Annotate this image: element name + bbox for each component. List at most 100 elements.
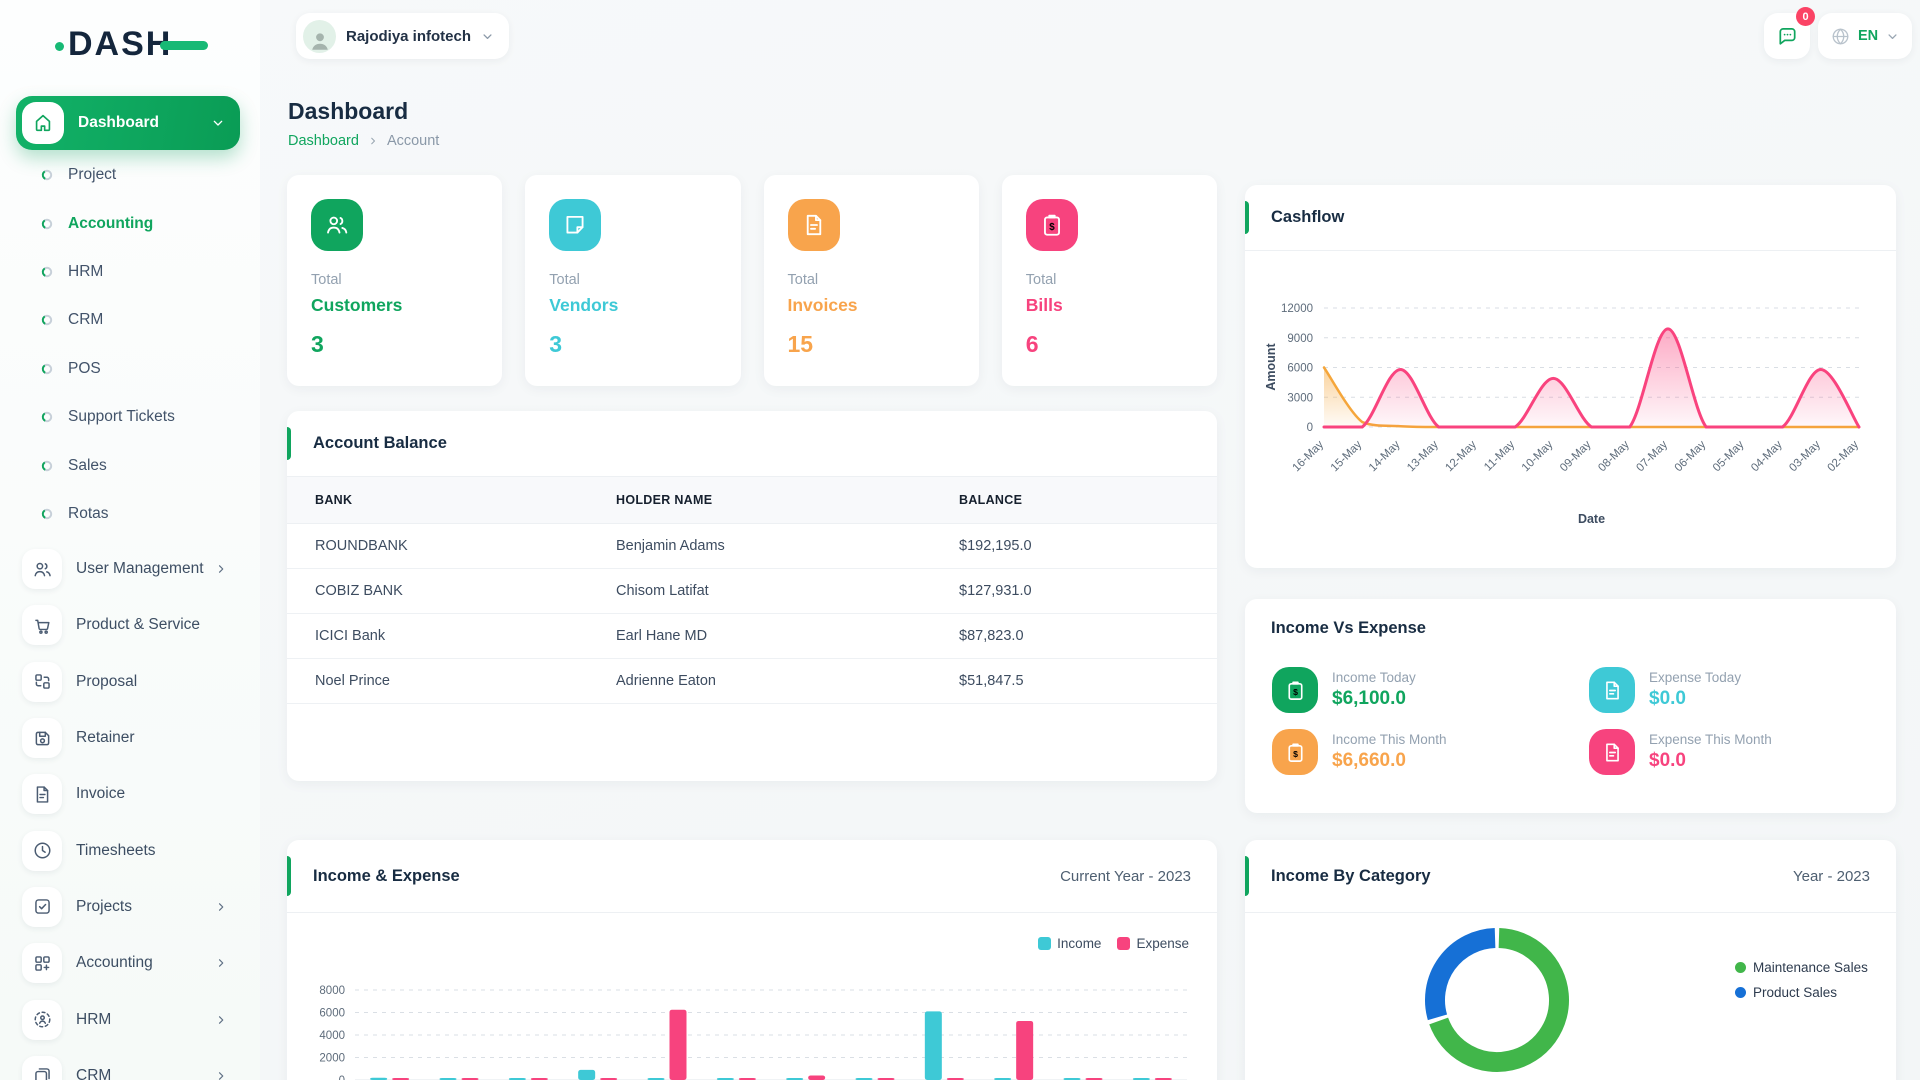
svg-text:6000: 6000 bbox=[1287, 363, 1313, 375]
sidebar-item-hrm[interactable]: HRM bbox=[0, 248, 260, 296]
income-by-category-period: Year - 2023 bbox=[1793, 868, 1870, 885]
clock-icon bbox=[32, 840, 53, 861]
file-icon bbox=[1601, 679, 1624, 702]
income-expense-title: Income & Expense bbox=[313, 867, 460, 886]
sidebar-item-proposal[interactable]: Proposal bbox=[0, 654, 260, 710]
svg-text:03-May: 03-May bbox=[1787, 438, 1823, 474]
table-cell: Chisom Latifat bbox=[588, 568, 931, 613]
stat-card-invoices: TotalInvoices15 bbox=[764, 175, 979, 386]
logo-dot-icon bbox=[55, 42, 64, 51]
sidebar-item-sales[interactable]: Sales bbox=[0, 441, 260, 489]
svg-text:02-May: 02-May bbox=[1826, 438, 1862, 474]
account-balance-card: Account Balance BANKHOLDER NAMEBALANCE R… bbox=[287, 411, 1217, 781]
legend-item: Maintenance Sales bbox=[1735, 960, 1868, 975]
sidebar-main-menu: User ManagementProduct & ServiceProposal… bbox=[0, 541, 260, 1080]
language-selector[interactable]: EN bbox=[1818, 13, 1912, 59]
bullet-ring-icon bbox=[41, 218, 53, 230]
sidebar-sub-menu: ProjectAccountingHRMCRMPOSSupport Ticket… bbox=[0, 151, 260, 538]
sidebar-item-rotas[interactable]: Rotas bbox=[0, 490, 260, 538]
chevron-down-icon bbox=[210, 115, 226, 131]
check-square-icon bbox=[32, 896, 53, 917]
income-vs-expense-header: Income Vs Expense bbox=[1245, 599, 1896, 657]
sidebar-item-support-tickets[interactable]: Support Tickets bbox=[0, 393, 260, 441]
logo-text: DASH bbox=[68, 25, 172, 64]
grid-plus-icon bbox=[32, 953, 53, 974]
chevron-down-icon bbox=[1885, 29, 1900, 44]
sidebar-item-projects[interactable]: Projects bbox=[0, 879, 260, 935]
sidebar-item-product-service[interactable]: Product & Service bbox=[0, 597, 260, 653]
account-balance-title: Account Balance bbox=[313, 434, 447, 453]
svg-text:13-May: 13-May bbox=[1405, 438, 1441, 474]
summary-tile-expense-this-month: Expense This Month$0.0 bbox=[1589, 729, 1876, 775]
stat-cards-row: TotalCustomers3TotalVendors3TotalInvoice… bbox=[287, 175, 1217, 386]
clipboard-dollar-icon: $ bbox=[1284, 679, 1307, 702]
stat-card-customers: TotalCustomers3 bbox=[287, 175, 502, 386]
stat-card-bills: $TotalBills6 bbox=[1002, 175, 1217, 386]
sidebar-item-accounting[interactable]: Accounting bbox=[0, 935, 260, 991]
svg-text:3000: 3000 bbox=[1287, 392, 1313, 404]
income-expense-card: Income & Expense Current Year - 2023 Inc… bbox=[287, 840, 1217, 1080]
clipboard-dollar-icon: $ bbox=[1284, 741, 1307, 764]
table-cell: COBIZ BANK bbox=[287, 568, 588, 613]
table-cell: ROUNDBANK bbox=[287, 523, 588, 568]
breadcrumb-link-dashboard[interactable]: Dashboard bbox=[288, 133, 359, 149]
sidebar-item-pos[interactable]: POS bbox=[0, 345, 260, 393]
legend-item: Product Sales bbox=[1735, 985, 1868, 1000]
sidebar-item-invoice[interactable]: Invoice bbox=[0, 766, 260, 822]
sidebar-item-retainer[interactable]: Retainer bbox=[0, 710, 260, 766]
sidebar-item-crm[interactable]: CRM bbox=[0, 296, 260, 344]
svg-text:9000: 9000 bbox=[1287, 333, 1313, 345]
note-icon bbox=[562, 212, 588, 238]
svg-text:2000: 2000 bbox=[319, 1053, 345, 1065]
app-logo[interactable]: DASH bbox=[55, 22, 172, 66]
chevron-down-icon bbox=[480, 29, 495, 44]
sidebar-item-user-management[interactable]: User Management bbox=[0, 541, 260, 597]
income-vs-expense-title: Income Vs Expense bbox=[1271, 619, 1426, 638]
sidebar-item-timesheets[interactable]: Timesheets bbox=[0, 822, 260, 878]
home-icon bbox=[32, 112, 54, 134]
svg-text:16-May: 16-May bbox=[1291, 438, 1327, 474]
sidebar-item-crm[interactable]: CRM bbox=[0, 1048, 260, 1080]
proposal-icon bbox=[32, 671, 53, 692]
breadcrumb-current: Account bbox=[387, 133, 439, 149]
table-cell: $87,823.0 bbox=[931, 613, 1217, 658]
sidebar-item-hrm[interactable]: HRM bbox=[0, 991, 260, 1047]
summary-tile-income-this-month: $Income This Month$6,660.0 bbox=[1272, 729, 1589, 775]
svg-text:04-May: 04-May bbox=[1749, 438, 1785, 474]
company-selector[interactable]: Rajodiya infotech bbox=[296, 13, 509, 59]
svg-text:4000: 4000 bbox=[319, 1030, 345, 1042]
income-by-category-svg bbox=[1412, 915, 1582, 1080]
sidebar-active-label: Dashboard bbox=[78, 114, 210, 132]
svg-text:14-May: 14-May bbox=[1367, 438, 1403, 474]
chevron-down-icon bbox=[1885, 29, 1900, 44]
column-header-bank: BANK bbox=[287, 477, 588, 523]
svg-text:11-May: 11-May bbox=[1482, 438, 1517, 473]
save-icon bbox=[32, 728, 53, 749]
notification-badge: 0 bbox=[1796, 7, 1815, 26]
chevron-down-icon bbox=[480, 29, 495, 44]
home-icon bbox=[22, 102, 64, 144]
language-code: EN bbox=[1858, 28, 1878, 44]
income-vs-expense-card: Income Vs Expense $Income Today$6,100.0E… bbox=[1245, 599, 1896, 813]
cashflow-header: Cashflow bbox=[1245, 185, 1896, 251]
cashflow-title: Cashflow bbox=[1271, 208, 1344, 227]
chat-icon bbox=[1776, 25, 1799, 48]
breadcrumb: Dashboard Account bbox=[288, 133, 439, 149]
svg-text:$: $ bbox=[1049, 222, 1055, 233]
sidebar-item-project[interactable]: Project bbox=[0, 151, 260, 199]
sidebar-item-accounting[interactable]: Accounting bbox=[0, 199, 260, 247]
svg-text:0: 0 bbox=[339, 1075, 345, 1080]
svg-text:Amount: Amount bbox=[1264, 343, 1278, 391]
chart-legend: Maintenance Sales Product Sales bbox=[1735, 960, 1868, 1010]
avatar bbox=[303, 20, 336, 53]
income-expense-period: Current Year - 2023 bbox=[1060, 868, 1191, 885]
svg-text:05-May: 05-May bbox=[1711, 438, 1747, 474]
cashflow-svg: 03000600090001200016-May15-May14-May13-M… bbox=[1245, 251, 1896, 561]
dashboard-page: DASH Dashboard ProjectAccountingHRMCRMPO… bbox=[0, 0, 1920, 1080]
chevron-right-icon bbox=[214, 1013, 228, 1027]
sidebar-item-dashboard[interactable]: Dashboard bbox=[16, 96, 240, 150]
notifications-button[interactable]: 0 bbox=[1764, 13, 1810, 59]
table-row: ROUNDBANKBenjamin Adams$192,195.0 bbox=[287, 523, 1217, 568]
svg-text:06-May: 06-May bbox=[1673, 438, 1709, 474]
svg-text:12000: 12000 bbox=[1281, 303, 1313, 315]
